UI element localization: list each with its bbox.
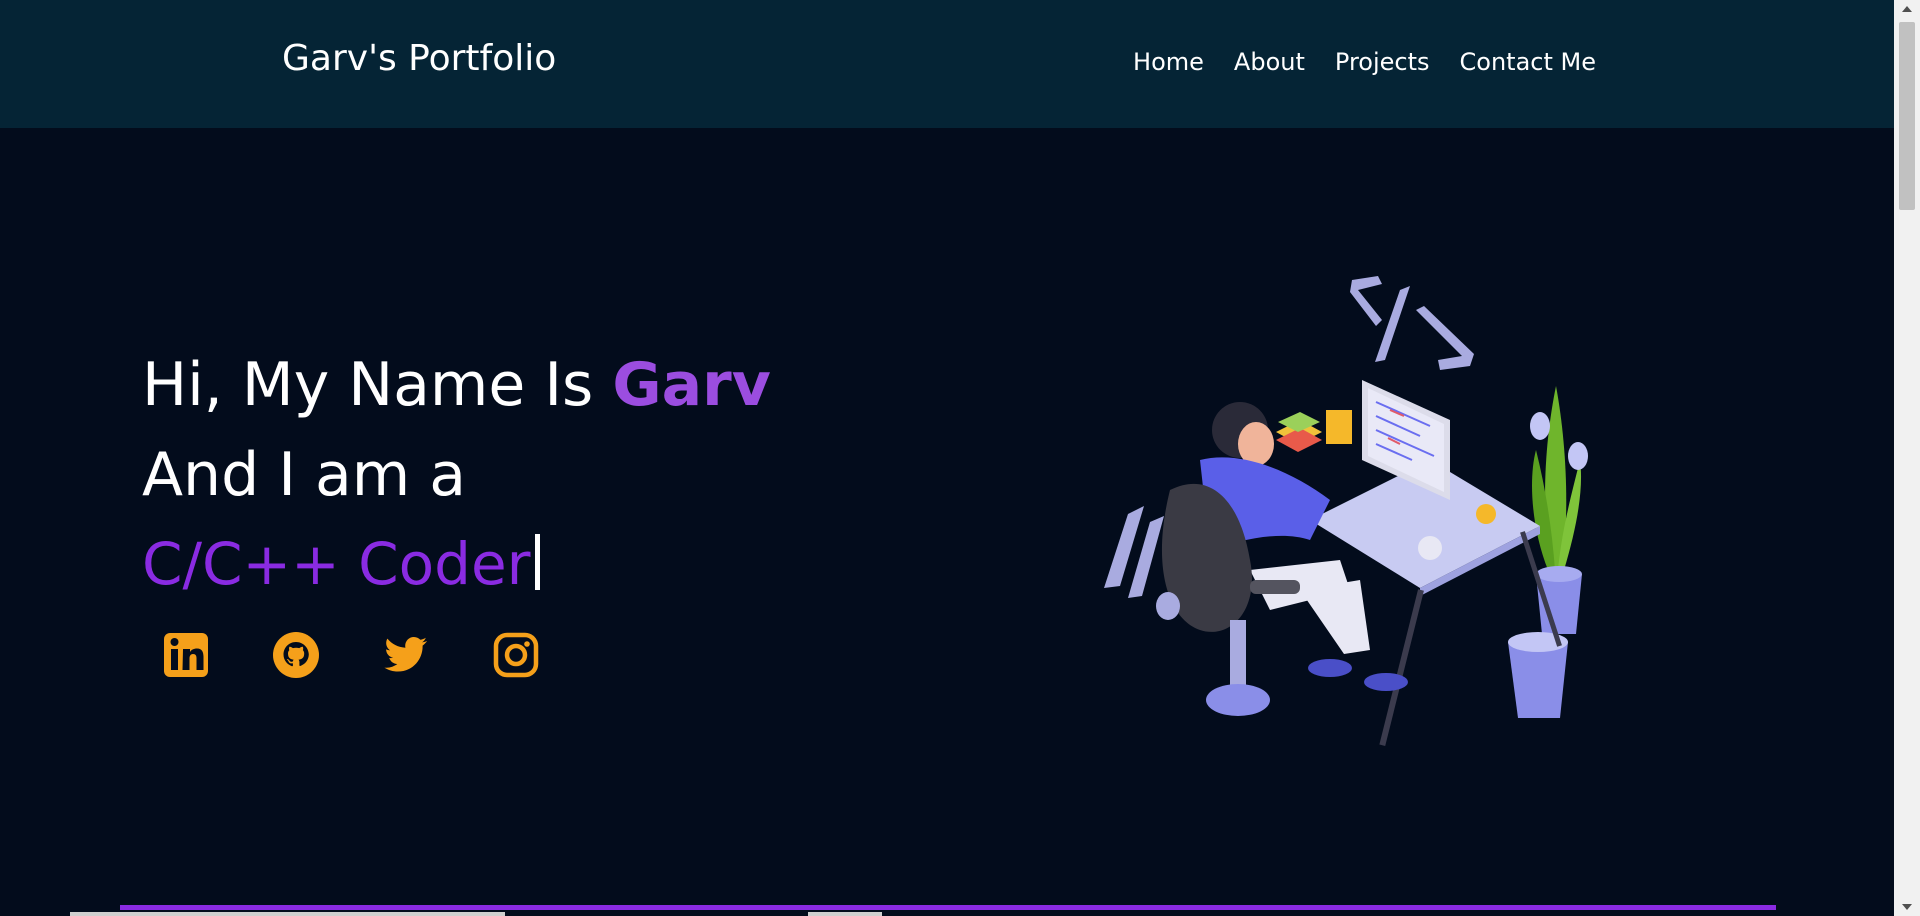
horizontal-scrollbar-segment bbox=[808, 912, 882, 916]
navbar: Garv's Portfolio Home About Projects Con… bbox=[0, 0, 1894, 128]
developer-illustration bbox=[1104, 276, 1588, 746]
nav-links: Home About Projects Contact Me bbox=[1133, 48, 1596, 76]
nav-projects-link[interactable]: Projects bbox=[1335, 48, 1430, 76]
github-icon bbox=[273, 632, 319, 678]
scroll-up-arrow-icon[interactable] bbox=[1902, 6, 1912, 12]
vertical-scrollbar[interactable] bbox=[1894, 0, 1920, 916]
hero-subtitle: And I am a bbox=[142, 440, 467, 510]
scroll-thumb[interactable] bbox=[1899, 22, 1915, 210]
hero-greeting-prefix: Hi, My Name Is bbox=[142, 350, 613, 420]
hero-typed-role: C/C++ Coder bbox=[142, 534, 540, 593]
linkedin-link[interactable] bbox=[161, 630, 211, 680]
typed-role-text: C/C++ Coder bbox=[142, 530, 531, 598]
twitter-link[interactable] bbox=[381, 630, 431, 680]
brand-logo-text[interactable]: Garv's Portfolio bbox=[282, 38, 556, 79]
hero-greeting: Hi, My Name Is Garv bbox=[142, 355, 771, 415]
headphones-icon bbox=[1476, 504, 1496, 524]
hero-name: Garv bbox=[612, 350, 771, 420]
nav-about-link[interactable]: About bbox=[1234, 48, 1305, 76]
social-links bbox=[161, 630, 541, 680]
github-link[interactable] bbox=[271, 630, 321, 680]
nav-home-link[interactable]: Home bbox=[1133, 48, 1204, 76]
coffee-cup-icon bbox=[1418, 536, 1442, 560]
instagram-icon bbox=[493, 632, 539, 678]
section-divider bbox=[120, 905, 1776, 910]
linkedin-icon bbox=[164, 633, 208, 677]
horizontal-scrollbar-thumb[interactable] bbox=[70, 912, 505, 916]
code-tag-symbol bbox=[1350, 276, 1474, 370]
scroll-down-arrow-icon[interactable] bbox=[1902, 904, 1912, 910]
nav-contact-link[interactable]: Contact Me bbox=[1460, 48, 1596, 76]
typing-cursor bbox=[534, 534, 540, 590]
books-icon bbox=[1276, 412, 1322, 452]
twitter-icon bbox=[384, 637, 427, 672]
pencil-cup-icon bbox=[1326, 410, 1352, 444]
instagram-link[interactable] bbox=[491, 630, 541, 680]
